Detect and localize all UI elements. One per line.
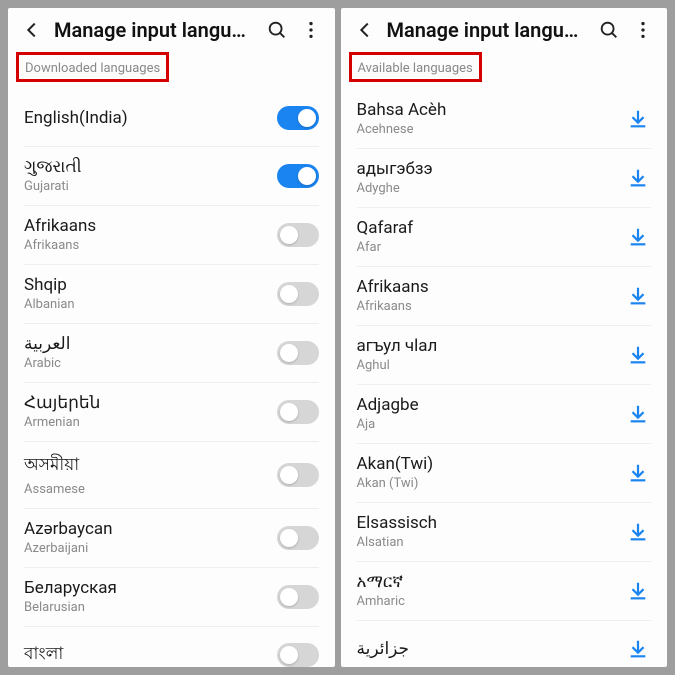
list-item[interactable]: Elsassisch Alsatian [341,503,668,561]
language-subtitle: Albanian [24,297,277,312]
download-icon[interactable] [625,344,651,366]
language-toggle[interactable] [277,106,319,130]
list-item[interactable]: Afrikaans Afrikaans [8,206,335,264]
language-toggle[interactable] [277,223,319,247]
language-subtitle: Akan (Twi) [357,476,626,491]
download-icon[interactable] [625,167,651,189]
language-name: Հայերեն [24,393,277,413]
search-icon[interactable] [597,18,621,42]
language-subtitle: Assamese [24,482,277,497]
language-toggle[interactable] [277,643,319,667]
language-subtitle: Alsatian [357,535,626,550]
list-item[interactable]: አማርኛ Amharic [341,562,668,620]
language-name: Bahsa Acèh [357,100,626,120]
language-subtitle: Aja [357,417,626,432]
language-name: Afrikaans [357,277,626,297]
available-languages-panel: Manage input langua… Available languages… [341,8,668,667]
back-icon[interactable] [20,18,44,42]
page-title: Manage input langua… [54,18,255,42]
language-name: جزائرية [357,639,626,659]
download-icon[interactable] [625,226,651,248]
language-name: адыгэбзэ [357,159,626,179]
list-item[interactable]: বাংলা [8,627,335,667]
language-name: English(India) [24,108,277,128]
language-name: Qafaraf [357,218,626,238]
list-item[interactable]: Shqip Albanian [8,265,335,323]
language-name: অসমীয়া [24,452,277,480]
list-item[interactable]: Akan(Twi) Akan (Twi) [341,444,668,502]
list-item[interactable]: অসমীয়া Assamese [8,442,335,508]
list-item[interactable]: Беларуская Belarusian [8,568,335,626]
list-item[interactable]: агъул чlал Aghul [341,326,668,384]
language-name: агъул чlал [357,336,626,356]
list-item[interactable]: Հայերեն Armenian [8,383,335,441]
list-item[interactable]: Bahsa Acèh Acehnese [341,90,668,148]
downloaded-language-list: English(India)ગુજરાતીGujaratiAfrikaansAf… [8,90,335,667]
language-name: Azərbaycan [24,519,277,539]
language-name: বাংলা [24,641,277,668]
page-title: Manage input langua… [387,18,588,42]
section-highlight: Available languages [349,52,482,82]
language-toggle[interactable] [277,585,319,609]
language-toggle[interactable] [277,526,319,550]
downloaded-languages-panel: Manage input langua… Downloaded language… [8,8,335,667]
language-toggle[interactable] [277,400,319,424]
language-toggle[interactable] [277,463,319,487]
download-icon[interactable] [625,638,651,660]
language-toggle[interactable] [277,341,319,365]
language-subtitle: Acehnese [357,122,626,137]
language-subtitle: Afrikaans [24,238,277,253]
language-subtitle: Amharic [357,594,626,609]
language-subtitle: Belarusian [24,600,277,615]
language-name: Afrikaans [24,216,277,236]
language-name: አማርኛ [357,572,626,592]
search-icon[interactable] [265,18,289,42]
language-name: Shqip [24,275,277,295]
language-name: Akan(Twi) [357,454,626,474]
list-item[interactable]: Afrikaans Afrikaans [341,267,668,325]
back-icon[interactable] [353,18,377,42]
section-label: Available languages [358,61,473,76]
language-name: Elsassisch [357,513,626,533]
language-name: العربية [24,334,277,354]
list-item[interactable]: адыгэбзэ Adyghe [341,149,668,207]
header: Manage input langua… [341,8,668,48]
language-subtitle: Aghul [357,358,626,373]
download-icon[interactable] [625,285,651,307]
available-language-list: Bahsa Acèh Acehnese адыгэбзэ Adyghe Qafaraf A… [341,90,668,667]
list-item[interactable]: جزائرية [341,621,668,667]
list-item[interactable]: ગુજરાતી Gujarati [8,147,335,205]
language-name: ગુજરાતી [24,157,277,177]
more-icon[interactable] [631,18,655,42]
list-item[interactable]: Adjagbe Aja [341,385,668,443]
language-subtitle: Adyghe [357,181,626,196]
language-name: Беларуская [24,578,277,598]
list-item[interactable]: Qafaraf Afar [341,208,668,266]
language-toggle[interactable] [277,164,319,188]
language-subtitle: Gujarati [24,179,277,194]
list-item[interactable]: العربية Arabic [8,324,335,382]
download-icon[interactable] [625,521,651,543]
more-icon[interactable] [299,18,323,42]
section-label: Downloaded languages [25,61,160,76]
language-subtitle: Afrikaans [357,299,626,314]
download-icon[interactable] [625,580,651,602]
language-toggle[interactable] [277,282,319,306]
list-item[interactable]: English(India) [8,90,335,146]
download-icon[interactable] [625,403,651,425]
download-icon[interactable] [625,462,651,484]
language-subtitle: Afar [357,240,626,255]
language-subtitle: Azerbaijani [24,541,277,556]
header: Manage input langua… [8,8,335,48]
list-item[interactable]: Azərbaycan Azerbaijani [8,509,335,567]
language-subtitle: Arabic [24,356,277,371]
section-highlight: Downloaded languages [16,52,169,82]
language-subtitle: Armenian [24,415,277,430]
language-name: Adjagbe [357,395,626,415]
download-icon[interactable] [625,108,651,130]
